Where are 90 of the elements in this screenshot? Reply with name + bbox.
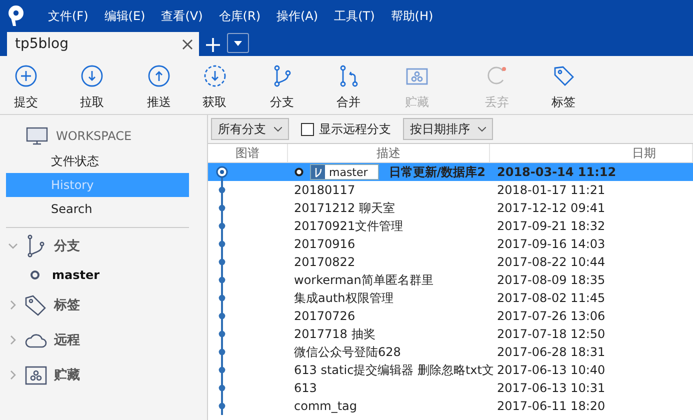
arrow-up-circle-icon [147, 64, 171, 88]
column-header[interactable]: 描述 [288, 144, 490, 162]
plus-circle-icon [14, 64, 38, 88]
sort-select[interactable]: 按日期排序 [403, 118, 493, 140]
chevron-down-icon [274, 126, 282, 132]
add-tab-icon[interactable] [205, 37, 221, 53]
commit-date: 2017-09-16 14:03 [496, 236, 606, 253]
commit-date: 2017-06-13 10:40 [496, 362, 606, 379]
commit-date: 2017-06-13 10:31 [496, 380, 606, 397]
toolbar-button[interactable]: 拉取 [52, 56, 132, 114]
commit-date: 2017-09-21 18:32 [496, 218, 606, 235]
commit-date: 2017-08-02 11:45 [496, 290, 606, 307]
workspace-title: WORKSPACE [56, 129, 132, 143]
menu-item[interactable]: 工具(T) [326, 8, 383, 24]
commit-message: comm_tag [294, 399, 357, 413]
commit-message: 20170916 [294, 237, 356, 251]
branch-name[interactable]: master [52, 268, 100, 282]
menu-item[interactable]: 帮助(H) [382, 8, 442, 24]
column-header[interactable]: 日期 [490, 144, 693, 162]
tag-icon [24, 292, 48, 316]
commit-date: 2017-08-09 18:35 [496, 272, 606, 289]
sidebar-group-label[interactable]: 远程 [54, 330, 80, 348]
commit-message: 20180117 [294, 183, 356, 197]
app-logo-icon [6, 5, 26, 27]
toolbar-button[interactable]: 合并 [321, 56, 376, 114]
branch-select[interactable]: 所有分支 [211, 118, 289, 140]
toolbar-button[interactable]: 提交 [0, 56, 52, 114]
commit-row[interactable]: comm_tag 2017-06-11 18:20 [208, 397, 693, 415]
commit-row[interactable]: 2017718 抽奖 2017-07-18 12:50 [208, 325, 693, 343]
toolbar-button[interactable]: 获取 [186, 56, 243, 114]
sidebar-item[interactable]: 文件状态 [6, 149, 189, 173]
menu-item[interactable]: 查看(V) [153, 8, 211, 24]
arrow-down-circle-icon [80, 64, 104, 88]
commit-row[interactable]: master 日常更新/数据库2 2018-03-14 11:12 [208, 163, 693, 181]
dashed-arrow-down-icon [202, 64, 226, 88]
commit-row[interactable]: 20180117 2018-01-17 11:21 [208, 181, 693, 199]
commit-date: 2018-01-17 11:21 [496, 182, 606, 199]
tab-dropdown-button[interactable] [227, 33, 249, 53]
toolbar-button[interactable]: 分支 [243, 56, 321, 114]
head-ring-icon [294, 167, 304, 177]
commit-message: 20170921文件管理 [294, 218, 404, 234]
menu-item[interactable]: 文件(F) [40, 8, 96, 24]
commit-row[interactable]: 20170916 2017-09-16 14:03 [208, 235, 693, 253]
sidebar-group-label[interactable]: 贮藏 [54, 366, 80, 384]
commit-message: 613 static提交编辑器 删除忽略txt文 [294, 362, 494, 378]
commit-row[interactable]: 20170726 2017-07-26 13:06 [208, 307, 693, 325]
commit-message: 集成auth权限管理 [294, 290, 394, 306]
menu-item[interactable]: 操作(A) [268, 8, 326, 24]
commit-row[interactable]: workerman简单匿名群里 2017-08-09 18:35 [208, 271, 693, 289]
menu-item[interactable]: 仓库(R) [210, 8, 268, 24]
commit-date: 2017-08-22 10:44 [496, 254, 606, 271]
toolbar-button[interactable]: 推送 [132, 56, 186, 114]
commit-row[interactable]: 20170921文件管理 2017-09-21 18:32 [208, 217, 693, 235]
commit-message: 2017718 抽奖 [294, 326, 376, 342]
tag-icon [552, 64, 576, 88]
chevron-down-icon [478, 126, 486, 132]
commit-message: 20171212 聊天室 [294, 200, 395, 216]
toolbar-button[interactable]: 标签 [536, 56, 591, 114]
commit-date: 2017-12-12 09:41 [496, 200, 606, 217]
commit-row[interactable]: 微信公众号登陆628 2017-06-28 18:31 [208, 343, 693, 361]
commit-date: 2017-07-26 13:06 [496, 308, 606, 325]
checkbox[interactable] [301, 122, 314, 136]
commit-row[interactable]: 20171212 聊天室 2017-12-12 09:41 [208, 199, 693, 217]
repository-tab[interactable]: tp5blog [7, 32, 199, 56]
commit-date: 2017-07-18 12:50 [496, 326, 606, 343]
commit-row[interactable]: 集成auth权限管理 2017-08-02 11:45 [208, 289, 693, 307]
commit-message: 20170726 [294, 309, 356, 323]
sidebar-item[interactable]: Search [6, 197, 189, 221]
menu-item[interactable]: 编辑(E) [96, 8, 154, 24]
commit-date: 2017-06-11 18:20 [496, 398, 606, 415]
branch-ring-icon [30, 270, 40, 280]
commit-date: 2017-06-28 18:31 [496, 344, 606, 361]
commit-date: 2018-03-14 11:12 [496, 164, 618, 181]
branch-icon [313, 166, 323, 178]
commit-message: 微信公众号登陆628 [294, 344, 401, 360]
monitor-icon [26, 127, 48, 145]
commit-message: 日常更新/数据库2 [388, 164, 486, 180]
commit-row[interactable]: 613 static提交编辑器 删除忽略txt文 2017-06-13 10:40 [208, 361, 693, 379]
sidebar-group-label[interactable]: 标签 [54, 296, 80, 314]
sidebar-group-label[interactable]: 分支 [54, 236, 80, 254]
caret-icon [234, 40, 242, 46]
branch-label: master [310, 164, 379, 180]
commit-row[interactable]: 613 2017-06-13 10:31 [208, 379, 693, 397]
commit-message: workerman简单匿名群里 [294, 272, 434, 288]
close-icon[interactable] [182, 38, 193, 50]
checkbox-label: 显示远程分支 [319, 120, 391, 138]
commit-message: 20170822 [294, 255, 356, 269]
commit-row[interactable]: 20170822 2017-08-22 10:44 [208, 253, 693, 271]
column-header[interactable]: 图谱 [208, 144, 288, 162]
commit-message: 613 [294, 381, 317, 395]
